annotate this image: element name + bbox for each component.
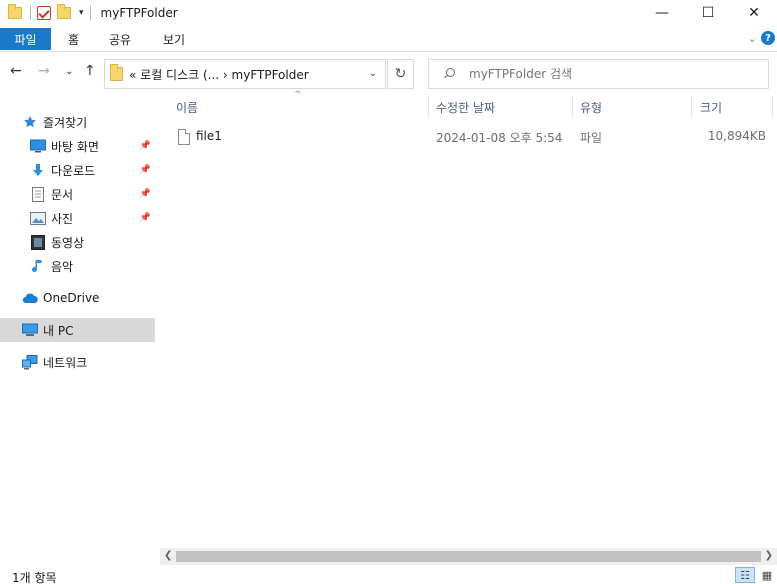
cloud-icon [22, 290, 38, 306]
up-button[interactable]: ↑ [84, 63, 96, 79]
sidebar-item-favorites[interactable]: 즐겨찾기 [0, 110, 155, 134]
sidebar-item-label: 내 PC [43, 323, 74, 338]
sidebar-item-label: 다운로드 [51, 163, 96, 178]
sidebar-item-label: 바탕 화면 [51, 139, 99, 154]
tab-view[interactable]: 보기 [163, 28, 185, 50]
scroll-left-icon[interactable]: ❮ [164, 550, 172, 561]
navigation-bar: ← → ⌄ ↑ « 로컬 디스크 (... › myFTPFolder ⌄ ↻ [0, 52, 777, 92]
sidebar-item-label: 네트워크 [43, 355, 88, 370]
minimize-button[interactable]: — [639, 0, 685, 26]
sidebar-item-downloads[interactable]: 다운로드 📌 [0, 158, 155, 182]
item-count: 1개 항목 [12, 571, 57, 584]
sidebar-item-this-pc[interactable]: 내 PC [0, 318, 155, 342]
column-divider[interactable] [691, 96, 692, 118]
star-icon [22, 114, 38, 130]
scroll-right-icon[interactable]: ❯ [765, 550, 773, 561]
column-header-type[interactable]: 유형 [580, 94, 602, 120]
new-folder-icon[interactable] [57, 4, 73, 23]
details-view-icon[interactable]: ☷ [735, 567, 755, 583]
close-button[interactable]: ✕ [731, 0, 777, 26]
properties-icon[interactable] [37, 6, 51, 20]
search-icon [443, 68, 455, 80]
pin-icon[interactable]: 📌 [140, 141, 151, 151]
folder-icon [110, 64, 123, 81]
sidebar-item-label: 동영상 [51, 235, 85, 250]
column-header-modified[interactable]: 수정한 날짜 [436, 94, 495, 120]
chevron-down-icon[interactable]: ⌄ [369, 68, 377, 79]
download-icon [30, 162, 46, 178]
file-modified: 2024-01-08 오후 5:54 [436, 131, 563, 145]
sidebar-item-label: 즐겨찾기 [43, 115, 88, 130]
tab-share[interactable]: 공유 [109, 28, 131, 50]
help-icon[interactable]: ? [761, 31, 775, 45]
pin-icon[interactable]: 📌 [140, 213, 151, 223]
title-bar: ▾ myFTPFolder — ☐ ✕ [0, 0, 777, 26]
column-divider[interactable] [772, 96, 773, 118]
sidebar-item-videos[interactable]: 동영상 [0, 230, 155, 254]
tab-file[interactable]: 파일 [0, 28, 51, 50]
sidebar-item-desktop[interactable]: 바탕 화면 📌 [0, 134, 155, 158]
sidebar-item-onedrive[interactable]: OneDrive [0, 286, 155, 310]
music-icon [30, 258, 46, 274]
back-button[interactable]: ← [10, 63, 22, 79]
pin-icon[interactable]: 📌 [140, 189, 151, 199]
column-divider[interactable] [428, 96, 429, 118]
horizontal-scrollbar[interactable]: ❮ ❯ [160, 548, 777, 565]
column-divider[interactable] [572, 96, 573, 118]
pin-icon[interactable]: 📌 [140, 165, 151, 175]
sidebar-item-label: 사진 [51, 211, 74, 226]
sidebar-item-pictures[interactable]: 사진 📌 [0, 206, 155, 230]
status-bar: 1개 항목 ☷ ▦ [0, 566, 777, 584]
sidebar-item-documents[interactable]: 문서 📌 [0, 182, 155, 206]
sort-ascending-icon: ^ [294, 90, 302, 100]
desktop-icon [30, 138, 46, 154]
window-title: myFTPFolder [100, 6, 178, 20]
window-controls: — ☐ ✕ [639, 0, 777, 26]
pictures-icon [30, 210, 46, 226]
sidebar-item-network[interactable]: 네트워크 [0, 350, 155, 374]
divider [89, 6, 91, 20]
search-input[interactable] [469, 67, 749, 81]
maximize-button[interactable]: ☐ [685, 0, 731, 26]
sidebar-item-label: 문서 [51, 187, 74, 202]
address-path[interactable]: « 로컬 디스크 (... › myFTPFolder [129, 66, 309, 83]
ribbon: 파일 홈 공유 보기 ⌄ ? [0, 26, 777, 52]
refresh-button[interactable]: ↻ [387, 59, 414, 89]
pc-icon [22, 322, 38, 338]
divider [30, 6, 31, 20]
sidebar-item-label: 음악 [51, 259, 74, 274]
file-row[interactable]: file1 2024-01-08 오후 5:54 파일 10,894KB [168, 124, 773, 148]
navigation-pane: 즐겨찾기 바탕 화면 📌 다운로드 📌 문서 📌 사진 📌 동영상 음악 One… [0, 92, 155, 562]
document-icon [30, 186, 46, 202]
expand-ribbon-icon[interactable]: ⌄ [748, 32, 757, 45]
file-size: 10,894KB [707, 129, 766, 143]
forward-button[interactable]: → [38, 63, 50, 79]
customize-toolbar-icon[interactable]: ▾ [79, 8, 84, 18]
recent-locations-button[interactable]: ⌄ [65, 66, 73, 77]
file-name[interactable]: file1 [196, 129, 222, 143]
address-bar[interactable]: « 로컬 디스크 (... › myFTPFolder ⌄ [104, 59, 386, 89]
tab-home[interactable]: 홈 [68, 28, 79, 50]
video-icon [30, 234, 46, 250]
column-header-name[interactable]: 이름 [176, 94, 198, 120]
folder-icon[interactable] [8, 4, 24, 23]
file-type: 파일 [580, 131, 603, 145]
file-icon [178, 129, 190, 145]
search-box[interactable] [428, 59, 769, 89]
network-icon [22, 354, 38, 370]
column-header-size[interactable]: 크기 [700, 94, 722, 120]
scrollbar-thumb[interactable] [176, 551, 761, 562]
sidebar-item-music[interactable]: 음악 [0, 254, 155, 278]
large-icons-view-icon[interactable]: ▦ [757, 567, 777, 583]
sidebar-item-label: OneDrive [43, 291, 100, 305]
